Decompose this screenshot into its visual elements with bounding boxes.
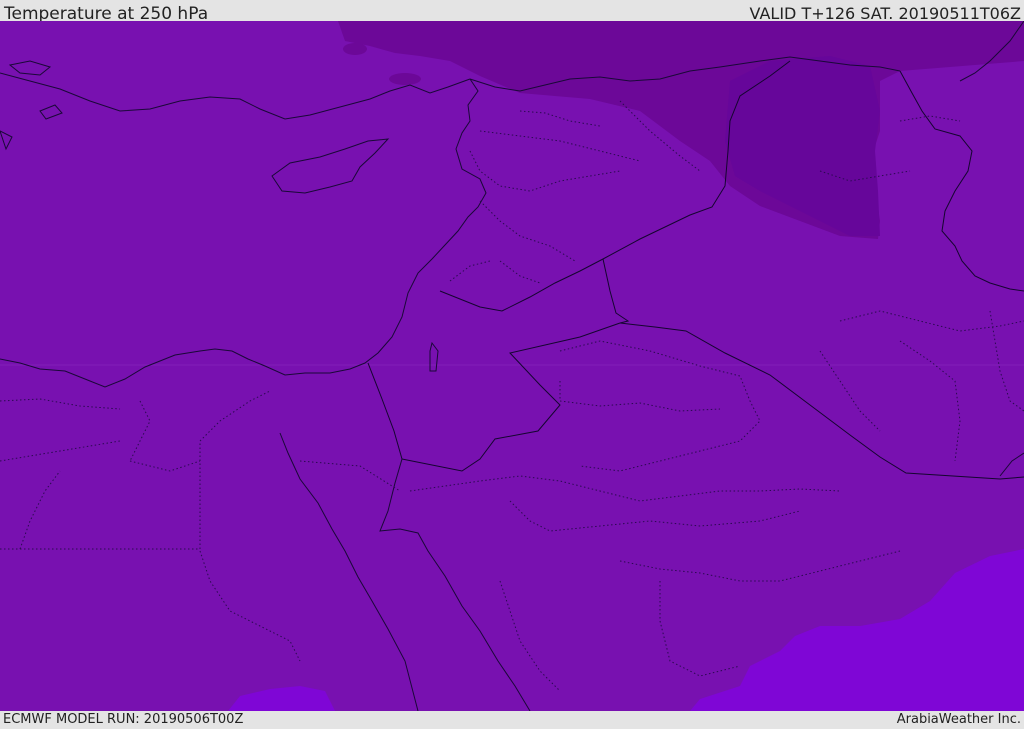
cold-patch [389, 73, 421, 85]
credit-label: ArabiaWeather Inc. [896, 712, 1021, 727]
model-run-label: ECMWF MODEL RUN: 20190506T00Z [3, 712, 244, 727]
temperature-map [0, 21, 1024, 711]
map-canvas [0, 21, 1024, 711]
cold-patch [343, 43, 367, 55]
forecast-map-frame: Temperature at 250 hPa VALID T+126 SAT. … [0, 0, 1024, 729]
